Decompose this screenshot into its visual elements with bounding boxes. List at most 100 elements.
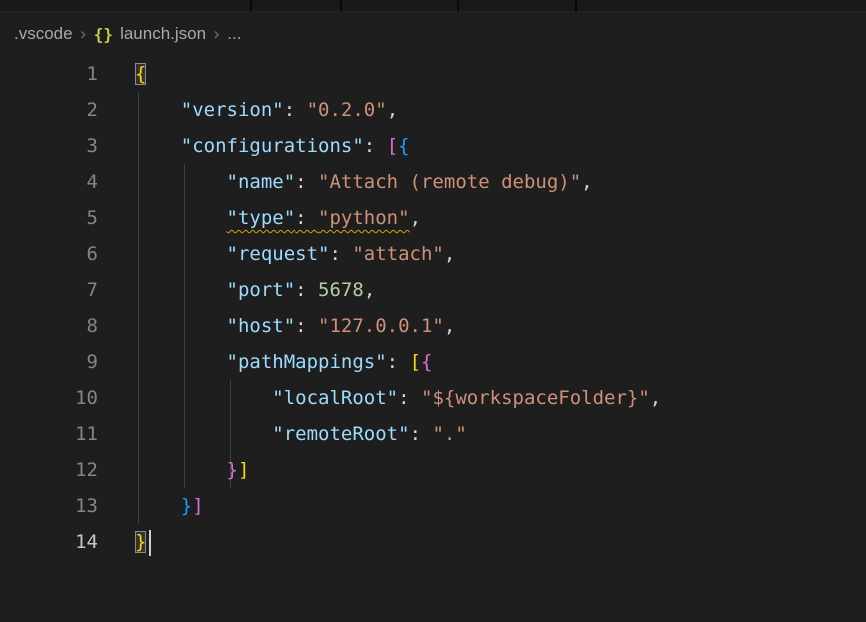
token-punct: :: [410, 423, 433, 445]
tab-separator: [575, 0, 577, 12]
token-punct: ,: [444, 315, 455, 337]
token-str: "attach": [352, 243, 444, 265]
token-punct: ,: [581, 171, 592, 193]
code-text: "host": "127.0.0.1",: [98, 308, 455, 344]
breadcrumb-symbol-more[interactable]: ...: [227, 24, 241, 44]
token-punct: ,: [410, 207, 421, 229]
token-str: "0.2.0": [307, 99, 387, 121]
line-number[interactable]: 7: [0, 272, 98, 308]
code-line[interactable]: 13 }]: [0, 488, 866, 524]
code-line[interactable]: 2 "version": "0.2.0",: [0, 92, 866, 128]
token-punct: :: [295, 171, 318, 193]
line-number[interactable]: 8: [0, 308, 98, 344]
token-key: "remoteRoot": [272, 423, 409, 445]
code-line[interactable]: 3 "configurations": [{: [0, 128, 866, 164]
token-ws: [135, 495, 181, 517]
line-number[interactable]: 2: [0, 92, 98, 128]
token-ws: [135, 279, 227, 301]
token-str: "127.0.0.1": [318, 315, 444, 337]
tab-bar: [0, 0, 866, 12]
token-punct: :: [398, 387, 421, 409]
code-text: "port": 5678,: [98, 272, 375, 308]
breadcrumb-folder[interactable]: .vscode: [14, 24, 73, 44]
token-str: "python": [318, 207, 410, 229]
code-line[interactable]: 1{: [0, 56, 866, 92]
token-key: "name": [227, 171, 296, 193]
token-b3: {: [398, 135, 409, 157]
token-ws: [135, 423, 272, 445]
breadcrumb-file[interactable]: launch.json: [120, 24, 206, 44]
line-number[interactable]: 11: [0, 416, 98, 452]
token-str: "${workspaceFolder}": [421, 387, 650, 409]
code-line[interactable]: 9 "pathMappings": [{: [0, 344, 866, 380]
token-b2: [: [387, 135, 398, 157]
text-cursor: [149, 530, 151, 556]
token-ws: [135, 135, 181, 157]
token-str: "Attach (remote debug)": [318, 171, 581, 193]
line-number[interactable]: 13: [0, 488, 98, 524]
token-punct: :: [295, 207, 318, 229]
breadcrumb: .vscode › {} launch.json › ...: [0, 12, 866, 56]
line-number[interactable]: 12: [0, 452, 98, 488]
code-line[interactable]: 5 "type": "python",: [0, 200, 866, 236]
code-text: "configurations": [{: [98, 128, 410, 164]
line-number[interactable]: 4: [0, 164, 98, 200]
code-text: "request": "attach",: [98, 236, 455, 272]
code-text: "pathMappings": [{: [98, 344, 432, 380]
line-number[interactable]: 3: [0, 128, 98, 164]
code-line[interactable]: 11 "remoteRoot": ".": [0, 416, 866, 452]
code-text: }]: [98, 488, 204, 524]
line-number[interactable]: 6: [0, 236, 98, 272]
code-text: "remoteRoot": ".": [98, 416, 467, 452]
token-ws: [135, 351, 227, 373]
token-b1: }: [135, 531, 146, 553]
token-punct: ,: [387, 99, 398, 121]
token-b3: }: [181, 495, 192, 517]
token-b2: {: [421, 351, 432, 373]
token-punct: :: [284, 99, 307, 121]
editor[interactable]: 1{2 "version": "0.2.0",3 "configurations…: [0, 56, 866, 560]
token-ws: [135, 207, 227, 229]
token-b1: {: [135, 63, 146, 85]
tab-separator: [457, 0, 459, 12]
code-line[interactable]: 8 "host": "127.0.0.1",: [0, 308, 866, 344]
line-number[interactable]: 10: [0, 380, 98, 416]
code-line[interactable]: 10 "localRoot": "${workspaceFolder}",: [0, 380, 866, 416]
token-punct: :: [295, 315, 318, 337]
code-text: "type": "python",: [98, 200, 421, 236]
line-number[interactable]: 5: [0, 200, 98, 236]
token-num: 5678: [318, 279, 364, 301]
token-ws: [135, 387, 272, 409]
token-b1: ]: [238, 459, 249, 481]
token-key: "request": [227, 243, 330, 265]
code-text: }]: [98, 452, 249, 488]
token-punct: ,: [650, 387, 661, 409]
token-punct: ,: [444, 243, 455, 265]
token-punct: :: [295, 279, 318, 301]
token-punct: :: [364, 135, 387, 157]
token-ws: [135, 171, 227, 193]
chevron-right-icon: ›: [206, 24, 227, 45]
code-text: "localRoot": "${workspaceFolder}",: [98, 380, 661, 416]
code-line[interactable]: 14}: [0, 524, 866, 560]
token-punct: :: [329, 243, 352, 265]
line-number[interactable]: 14: [0, 524, 98, 560]
token-b2: ]: [192, 495, 203, 517]
token-key: "configurations": [181, 135, 364, 157]
token-ws: [135, 99, 181, 121]
token-key: "pathMappings": [227, 351, 387, 373]
chevron-right-icon: ›: [73, 24, 94, 45]
json-file-icon: {}: [94, 25, 113, 44]
token-b2: }: [227, 459, 238, 481]
code-text: "name": "Attach (remote debug)",: [98, 164, 593, 200]
line-number[interactable]: 1: [0, 56, 98, 92]
code-line[interactable]: 6 "request": "attach",: [0, 236, 866, 272]
token-key: "version": [181, 99, 284, 121]
code-line[interactable]: 7 "port": 5678,: [0, 272, 866, 308]
tab-separator: [340, 0, 342, 12]
token-punct: :: [387, 351, 410, 373]
code-line[interactable]: 4 "name": "Attach (remote debug)",: [0, 164, 866, 200]
code-line[interactable]: 12 }]: [0, 452, 866, 488]
line-number[interactable]: 9: [0, 344, 98, 380]
token-ws: [135, 243, 227, 265]
